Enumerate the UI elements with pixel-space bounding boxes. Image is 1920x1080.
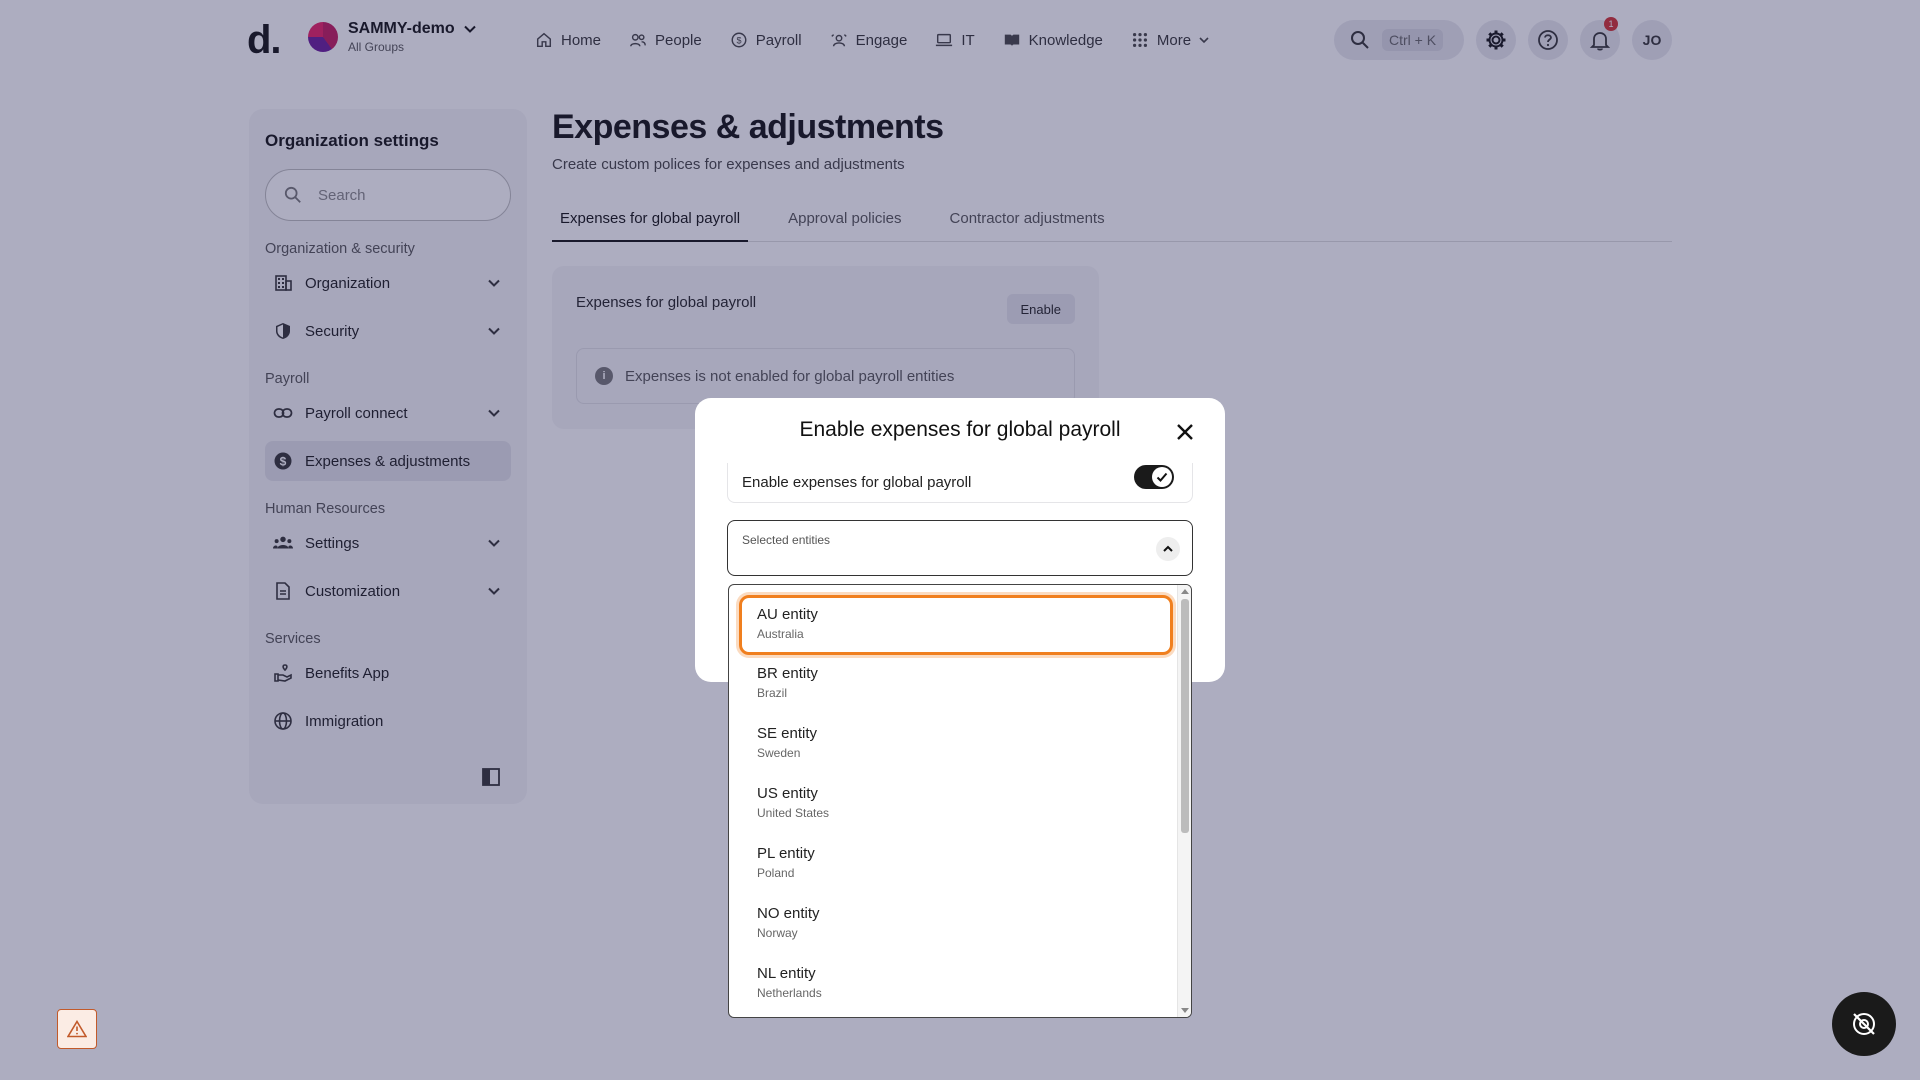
entities-dropdown: AU entity Australia BR entity Brazil SE … <box>728 584 1192 1018</box>
option-no-entity[interactable]: NO entity Norway <box>739 895 1173 955</box>
option-se-entity[interactable]: SE entity Sweden <box>739 715 1173 775</box>
assistant-fab-button[interactable] <box>1832 992 1896 1056</box>
option-name: AU entity <box>757 606 818 623</box>
close-icon <box>1177 424 1193 440</box>
scroll-up-arrow[interactable] <box>1181 589 1189 594</box>
warning-icon <box>67 1020 87 1038</box>
option-br-entity[interactable]: BR entity Brazil <box>739 655 1173 715</box>
chevron-up-icon <box>1163 545 1173 552</box>
option-country: Norway <box>757 926 798 940</box>
option-country: Netherlands <box>757 986 822 1000</box>
enable-expenses-toggle[interactable] <box>1134 465 1174 489</box>
hidden-eye-icon <box>1853 1013 1875 1035</box>
option-country: Brazil <box>757 686 788 700</box>
scroll-down-arrow[interactable] <box>1181 1008 1189 1013</box>
selected-entities-select[interactable]: Selected entities <box>727 520 1193 576</box>
option-pl-entity[interactable]: PL entity Poland <box>739 835 1173 895</box>
dropdown-scrollbar[interactable] <box>1177 585 1191 1017</box>
option-country: Australia <box>757 627 804 641</box>
option-name: US entity <box>757 785 818 802</box>
option-name: NO entity <box>757 905 820 922</box>
warning-button[interactable] <box>57 1009 97 1049</box>
option-nl-entity[interactable]: NL entity Netherlands <box>739 955 1173 1015</box>
option-name: NL entity <box>757 965 816 982</box>
check-icon <box>1156 472 1168 482</box>
scroll-thumb[interactable] <box>1181 599 1189 833</box>
close-button[interactable] <box>1169 416 1201 448</box>
toggle-label: Enable expenses for global payroll <box>742 474 972 491</box>
option-au-entity[interactable]: AU entity Australia <box>739 595 1173 655</box>
option-name: PL entity <box>757 845 815 862</box>
option-country: Poland <box>757 866 795 880</box>
enable-expenses-row: Enable expenses for global payroll <box>727 463 1193 503</box>
option-name: BR entity <box>757 665 818 682</box>
option-us-entity[interactable]: US entity United States <box>739 775 1173 835</box>
select-label: Selected entities <box>742 533 831 547</box>
option-name: SE entity <box>757 725 818 742</box>
option-country: United States <box>757 806 830 820</box>
modal-title: Enable expenses for global payroll <box>799 418 1121 441</box>
option-country: Sweden <box>757 746 801 760</box>
